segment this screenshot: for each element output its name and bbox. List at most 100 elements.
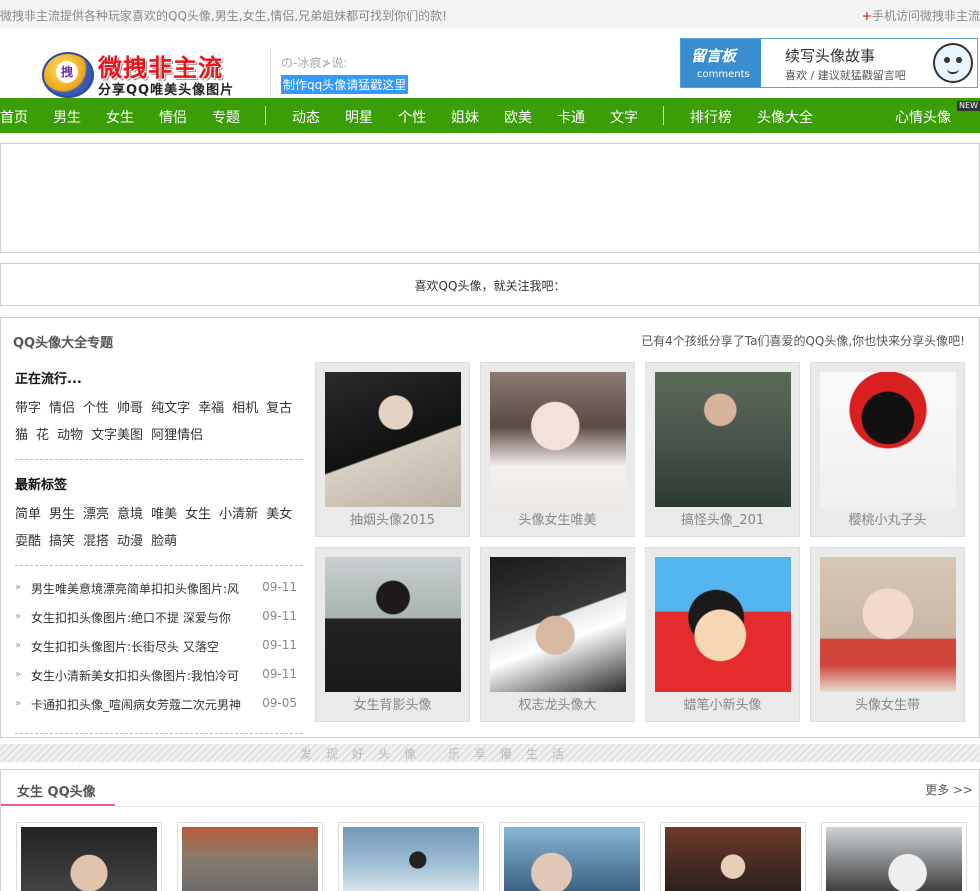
tag-link[interactable]: 混搭 bbox=[83, 528, 109, 555]
nav-item-all-avatars[interactable]: 头像大全 bbox=[757, 107, 813, 127]
tag-link[interactable]: 幸福 bbox=[198, 395, 224, 422]
logo-subtitle: 分享QQ唯美头像图片 bbox=[98, 83, 235, 98]
tag-link[interactable]: 纯文字 bbox=[151, 395, 190, 422]
tag-link[interactable]: 带字 bbox=[15, 395, 41, 422]
tag-link[interactable]: 花 bbox=[36, 422, 49, 449]
section-rule bbox=[115, 806, 979, 807]
tag-link[interactable]: 动物 bbox=[57, 422, 83, 449]
more-link[interactable]: 更多 >> bbox=[925, 781, 973, 798]
tag-link[interactable]: 女生 bbox=[185, 501, 211, 528]
topic-card[interactable]: 樱桃小丸子头 bbox=[810, 362, 965, 537]
tag-link[interactable]: 帅哥 bbox=[117, 395, 143, 422]
nav-item-couples[interactable]: 情侣 bbox=[159, 107, 187, 127]
nav-item-animated[interactable]: 动态 bbox=[292, 107, 320, 127]
nav-separator bbox=[663, 106, 664, 125]
tag-link[interactable]: 耍酷 bbox=[15, 528, 41, 555]
news-item[interactable]: » 女生扣扣头像图片:长街尽头 又落空 09-11 bbox=[15, 638, 303, 667]
arrow-icon: » bbox=[15, 669, 22, 680]
logo-badge-char: 拽 bbox=[56, 61, 78, 83]
card-image bbox=[655, 372, 791, 507]
nav-item-girls[interactable]: 女生 bbox=[106, 107, 134, 127]
divider bbox=[15, 565, 303, 566]
nav-item-personal[interactable]: 个性 bbox=[398, 107, 426, 127]
news-date: 09-11 bbox=[262, 638, 297, 652]
news-date: 09-11 bbox=[262, 667, 297, 681]
avatar-thumb[interactable] bbox=[338, 822, 484, 891]
topic-card[interactable]: 搞怪头像_201 bbox=[645, 362, 800, 537]
card-image bbox=[325, 557, 461, 692]
card-caption: 抽烟头像2015 bbox=[349, 513, 436, 528]
tag-link[interactable]: 搞笑 bbox=[49, 528, 75, 555]
user-quote: の-冰痕≯说: 制作qq头像请猛戳这里 bbox=[270, 50, 410, 98]
topics-sidebar: 正在流行... 带字 情侣 个性 帅哥 纯文字 幸福 相机 复古猫花动物 文字美图 阿狸情侣 最新… bbox=[15, 368, 303, 748]
card-image bbox=[655, 557, 791, 692]
tag-link[interactable]: 男生 bbox=[49, 501, 75, 528]
avatar-thumb[interactable] bbox=[821, 822, 967, 891]
nav-item-boys[interactable]: 男生 bbox=[53, 107, 81, 127]
follow-text: 喜欢QQ头像，就关注我吧： bbox=[414, 279, 566, 293]
message-board-banner[interactable]: 留言板 comments 续写头像故事 喜欢 / 建议就猛戳留言吧 bbox=[680, 38, 978, 88]
news-item[interactable]: » 男生唯美意境漂亮简单扣扣头像图片:风 09-11 bbox=[15, 580, 303, 609]
tag-link[interactable]: 脸萌 bbox=[151, 528, 177, 555]
message-board-tag-title: 留言板 bbox=[691, 47, 737, 65]
nav-item-sisters[interactable]: 姐妹 bbox=[451, 107, 479, 127]
nav-item-topics[interactable]: 专题 bbox=[212, 107, 240, 127]
topics-title: QQ头像大全专题 bbox=[13, 336, 114, 351]
topic-card[interactable]: 蜡笔小新头像 bbox=[645, 547, 800, 722]
tag-link[interactable]: 情侣 bbox=[49, 395, 75, 422]
tag-link[interactable]: 美女 bbox=[266, 501, 292, 528]
tag-link[interactable]: 动漫 bbox=[117, 528, 143, 555]
message-board-title: 续写头像故事 bbox=[785, 47, 876, 65]
message-board-desc: 喜欢 / 建议就猛戳留言吧 bbox=[785, 69, 906, 82]
logo-title: 微拽非主流 bbox=[98, 54, 223, 82]
avatar-thumb[interactable] bbox=[16, 822, 162, 891]
tag-link[interactable]: 意境 bbox=[117, 501, 143, 528]
section-title-tab[interactable]: 女生 QQ头像 bbox=[1, 770, 115, 806]
tag-link[interactable]: 文字美图 bbox=[91, 422, 143, 449]
tag-link[interactable]: 简单 bbox=[15, 501, 41, 528]
tag-link[interactable]: 相机 bbox=[232, 395, 258, 422]
avatar-thumb[interactable] bbox=[660, 822, 806, 891]
card-caption: 头像女生带 bbox=[854, 698, 920, 713]
tag-link[interactable]: 漂亮 bbox=[83, 501, 109, 528]
message-board-tag: 留言板 comments bbox=[681, 39, 761, 87]
mobile-link[interactable]: +手机访问微拽非主流 bbox=[862, 7, 980, 24]
new-badge: NEW bbox=[957, 101, 980, 111]
topic-card[interactable]: 权志龙头像大 bbox=[480, 547, 635, 722]
site-logo[interactable]: 拽 微拽非主流 分享QQ唯美头像图片 bbox=[40, 48, 240, 100]
nav-item-home[interactable]: 首页 bbox=[0, 107, 28, 127]
message-board-tag-sub: comments bbox=[697, 69, 750, 80]
nav-item-text[interactable]: 文字 bbox=[610, 107, 638, 127]
news-item[interactable]: » 女生小清新美女扣扣头像图片:我怕冷可 09-11 bbox=[15, 667, 303, 696]
avatar-thumb[interactable] bbox=[177, 822, 323, 891]
tag-link[interactable]: 阿狸情侣 bbox=[151, 422, 203, 449]
topic-card[interactable]: 女生背影头像 bbox=[315, 547, 470, 722]
news-item[interactable]: » 女生扣扣头像图片:绝口不提 深爱与你 09-11 bbox=[15, 609, 303, 638]
nav-item-ranking[interactable]: 排行榜 bbox=[690, 107, 732, 127]
avatar-thumb[interactable] bbox=[499, 822, 645, 891]
popular-tags: 带字 情侣 个性 帅哥 纯文字 幸福 相机 复古猫花动物 文字美图 阿狸情侣 bbox=[15, 395, 303, 449]
nav-item-cartoon[interactable]: 卡通 bbox=[557, 107, 585, 127]
divider-strip: 发现好头像 乐享慢生活 bbox=[0, 744, 980, 762]
tag-link[interactable]: 小清新 bbox=[219, 501, 258, 528]
card-image bbox=[820, 372, 956, 507]
tag-link[interactable]: 个性 bbox=[83, 395, 109, 422]
news-date: 09-11 bbox=[262, 609, 297, 623]
make-avatar-link[interactable]: 制作qq头像请猛戳这里 bbox=[281, 75, 409, 94]
news-item[interactable]: » 卡通扣扣头像_喧闹病女芳蔻二次元男神 09-05 bbox=[15, 696, 303, 725]
nav-item-mood[interactable]: 心情头像 bbox=[895, 107, 951, 127]
news-title: 男生唯美意境漂亮简单扣扣头像图片:风 bbox=[31, 582, 240, 596]
tag-link[interactable]: 唯美 bbox=[151, 501, 177, 528]
topic-card[interactable]: 抽烟头像2015 bbox=[315, 362, 470, 537]
thumb-image bbox=[504, 827, 640, 891]
nav-item-stars[interactable]: 明星 bbox=[345, 107, 373, 127]
topics-share-text: 已有4个孩纸分享了Ta们喜爱的QQ头像,你也快来分享头像吧! bbox=[641, 334, 965, 348]
nav-item-western[interactable]: 欧美 bbox=[504, 107, 532, 127]
card-image bbox=[490, 372, 626, 507]
topic-card[interactable]: 头像女生带 bbox=[810, 547, 965, 722]
tag-link[interactable]: 猫 bbox=[15, 422, 28, 449]
arrow-icon: » bbox=[15, 611, 22, 622]
card-caption: 蜡笔小新头像 bbox=[683, 698, 762, 713]
tag-link[interactable]: 复古 bbox=[266, 395, 292, 422]
topic-card[interactable]: 头像女生唯美 bbox=[480, 362, 635, 537]
